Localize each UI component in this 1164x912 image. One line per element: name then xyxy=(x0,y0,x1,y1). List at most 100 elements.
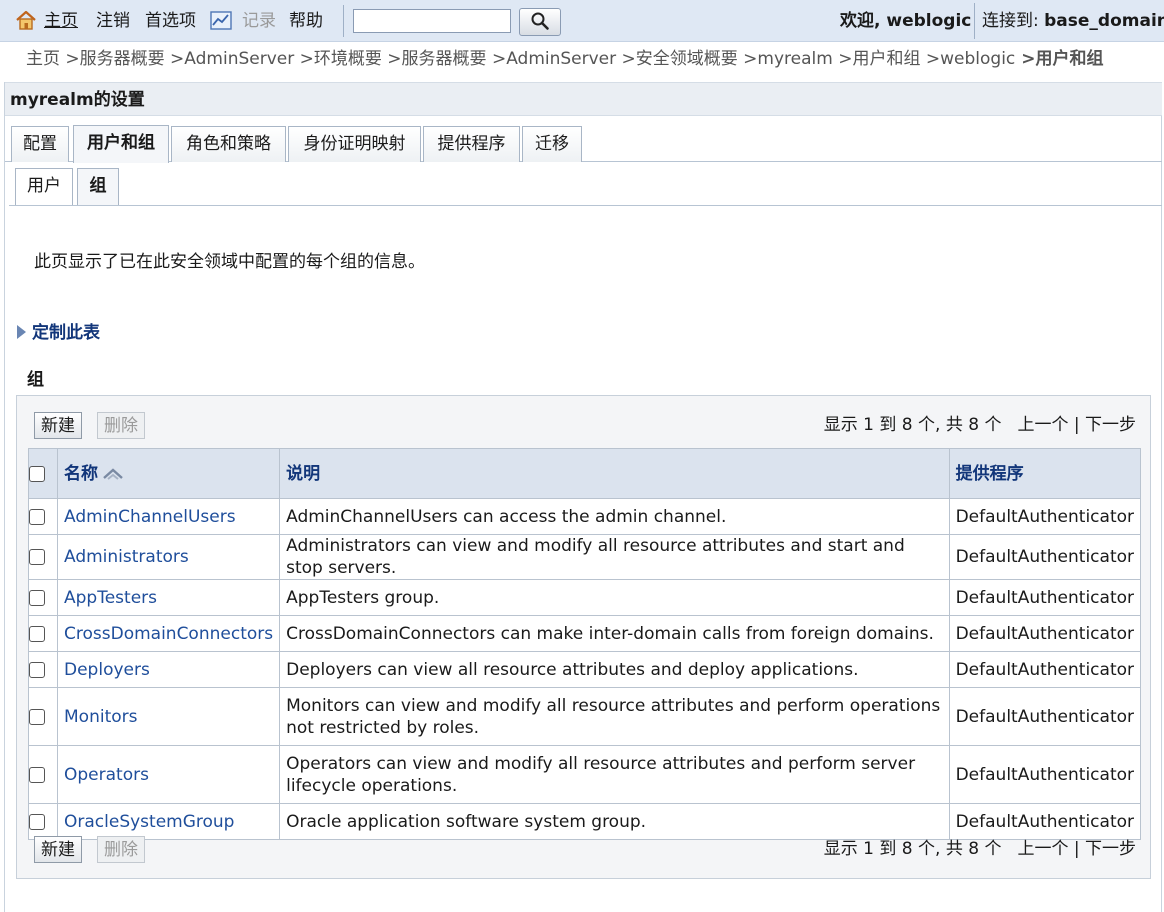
group-name-link[interactable]: Deployers xyxy=(64,660,150,680)
table-header-row: 名称 说明 提供程序 xyxy=(28,448,1142,499)
group-name-link[interactable]: CrossDomainConnectors xyxy=(64,624,273,644)
home-icon[interactable] xyxy=(15,9,37,31)
pagination-range: 显示 1 到 8 个, 共 8 个 xyxy=(823,415,1002,435)
group-name-link[interactable]: Administrators xyxy=(64,547,189,567)
select-all-cell xyxy=(28,448,58,499)
group-description: AppTesters group. xyxy=(279,579,950,616)
breadcrumb-item[interactable]: 主页 xyxy=(26,49,60,69)
breadcrumb-item[interactable]: >服务器概要 xyxy=(382,49,486,69)
tab-configuration[interactable]: 配置 xyxy=(11,126,69,162)
help-link[interactable]: 帮助 xyxy=(289,0,323,42)
group-description: Operators can view and modify all resour… xyxy=(279,745,950,804)
home-link[interactable]: 主页 xyxy=(44,0,78,42)
new-button-bottom[interactable]: 新建 xyxy=(34,836,82,863)
section-title: 组 xyxy=(27,370,44,390)
subtab-groups[interactable]: 组 xyxy=(77,168,119,205)
delete-button: 删除 xyxy=(97,412,145,439)
tab-roles-policies[interactable]: 角色和策略 xyxy=(171,126,286,162)
row-checkbox[interactable] xyxy=(29,589,45,606)
next-link: 下一步 xyxy=(1085,415,1136,435)
delete-button-bottom: 删除 xyxy=(97,836,145,863)
row-checkbox[interactable] xyxy=(29,813,45,830)
search-button[interactable] xyxy=(519,8,561,36)
group-provider: DefaultAuthenticator xyxy=(948,687,1142,746)
breadcrumb-item[interactable]: >myrealm xyxy=(738,49,833,69)
search-input[interactable] xyxy=(353,9,511,33)
sort-ascending-icon[interactable] xyxy=(102,467,124,481)
group-description: AdminChannelUsers can access the admin c… xyxy=(279,498,950,535)
sub-tabs: 用户 组 xyxy=(9,164,1162,206)
group-description: Administrators can view and modify all r… xyxy=(279,534,950,580)
group-provider: DefaultAuthenticator xyxy=(948,579,1142,616)
group-provider: DefaultAuthenticator xyxy=(948,745,1142,804)
customize-label: 定制此表 xyxy=(32,323,100,343)
welcome-text: 欢迎, weblogic xyxy=(840,11,972,31)
main-tabs: 配置 用户和组 角色和策略 身份证明映射 提供程序 迁移 xyxy=(5,122,1162,163)
group-name-link[interactable]: AppTesters xyxy=(64,588,157,608)
breadcrumb-item[interactable]: >weblogic xyxy=(920,49,1015,69)
toolbar-divider xyxy=(343,5,344,37)
tab-users-groups[interactable]: 用户和组 xyxy=(73,125,169,163)
customize-table-link[interactable]: 定制此表 xyxy=(17,321,100,345)
group-provider: DefaultAuthenticator xyxy=(948,615,1142,652)
next-link: 下一步 xyxy=(1085,839,1136,859)
tab-credential-mappings[interactable]: 身份证明映射 xyxy=(288,126,421,162)
groups-table: 名称 说明 提供程序 AdminChannelUsers AdminChanne… xyxy=(28,448,1142,840)
page-description: 此页显示了已在此安全领域中配置的每个组的信息。 xyxy=(34,252,425,272)
record-link[interactable]: 记录 xyxy=(242,0,276,42)
breadcrumb-item[interactable]: >AdminServer xyxy=(165,49,294,69)
subtab-users[interactable]: 用户 xyxy=(15,168,73,205)
pager-separator: | xyxy=(1073,839,1080,859)
row-checkbox[interactable] xyxy=(29,549,45,565)
prev-link: 上一个 xyxy=(1017,415,1069,435)
preferences-link[interactable]: 首选项 xyxy=(145,0,196,42)
table-row: OracleSystemGroup Oracle application sof… xyxy=(28,803,1142,840)
group-name-link[interactable]: AdminChannelUsers xyxy=(64,507,236,527)
breadcrumb-item[interactable]: >环境概要 xyxy=(294,49,382,69)
row-checkbox[interactable] xyxy=(29,661,45,678)
breadcrumb-item[interactable]: >安全领域概要 xyxy=(616,49,738,69)
tab-migration[interactable]: 迁移 xyxy=(522,126,582,162)
record-icon[interactable] xyxy=(210,11,232,30)
group-description: Monitors can view and modify all resourc… xyxy=(279,687,950,746)
table-row: AppTesters AppTesters group. DefaultAuth… xyxy=(28,579,1142,616)
panel-title: myrealm的设置 xyxy=(5,82,1162,116)
row-checkbox[interactable] xyxy=(29,625,45,642)
breadcrumb-current: >用户和组 xyxy=(1015,49,1104,69)
toolbar-divider xyxy=(974,3,975,39)
group-name-link[interactable]: OracleSystemGroup xyxy=(64,812,234,832)
group-description: Deployers can view all resource attribut… xyxy=(279,651,950,688)
group-name-link[interactable]: Monitors xyxy=(64,707,137,727)
table-row: Administrators Administrators can view a… xyxy=(28,534,1142,580)
logout-link[interactable]: 注销 xyxy=(96,0,130,42)
group-provider: DefaultAuthenticator xyxy=(948,534,1142,580)
domain-name: base_domain xyxy=(1044,11,1164,31)
breadcrumb-item[interactable]: >服务器概要 xyxy=(60,49,164,69)
column-header-description[interactable]: 说明 xyxy=(279,448,950,499)
breadcrumb-item[interactable]: >AdminServer xyxy=(487,49,616,69)
tab-providers[interactable]: 提供程序 xyxy=(423,126,520,162)
row-checkbox[interactable] xyxy=(29,766,45,783)
connection-info: 连接到: base_domain xyxy=(982,0,1164,42)
settings-panel: myrealm的设置 配置 用户和组 角色和策略 身份证明映射 提供程序 迁移 … xyxy=(4,82,1162,912)
column-name-label[interactable]: 名称 xyxy=(64,464,98,484)
column-header-provider[interactable]: 提供程序 xyxy=(948,448,1142,499)
pagination-bottom: 显示 1 到 8 个, 共 8 个上一个 | 下一步 xyxy=(824,836,1136,863)
pagination: 显示 1 到 8 个, 共 8 个上一个 | 下一步 xyxy=(824,412,1136,439)
pager-separator: | xyxy=(1073,415,1080,435)
group-description: Oracle application software system group… xyxy=(279,803,950,840)
group-provider: DefaultAuthenticator xyxy=(948,498,1142,535)
table-row: Operators Operators can view and modify … xyxy=(28,745,1142,804)
row-checkbox[interactable] xyxy=(29,708,45,725)
group-provider: DefaultAuthenticator xyxy=(948,803,1142,840)
row-checkbox[interactable] xyxy=(29,508,45,525)
group-name-link[interactable]: Operators xyxy=(64,765,149,785)
expand-triangle-icon xyxy=(17,324,26,339)
select-all-checkbox[interactable] xyxy=(29,465,45,482)
breadcrumb-item[interactable]: >用户和组 xyxy=(833,49,920,69)
prev-link: 上一个 xyxy=(1017,839,1069,859)
new-button[interactable]: 新建 xyxy=(34,412,82,439)
column-header-name[interactable]: 名称 xyxy=(56,448,281,499)
group-description: CrossDomainConnectors can make inter-dom… xyxy=(279,615,950,652)
table-row: AdminChannelUsers AdminChannelUsers can … xyxy=(28,498,1142,535)
